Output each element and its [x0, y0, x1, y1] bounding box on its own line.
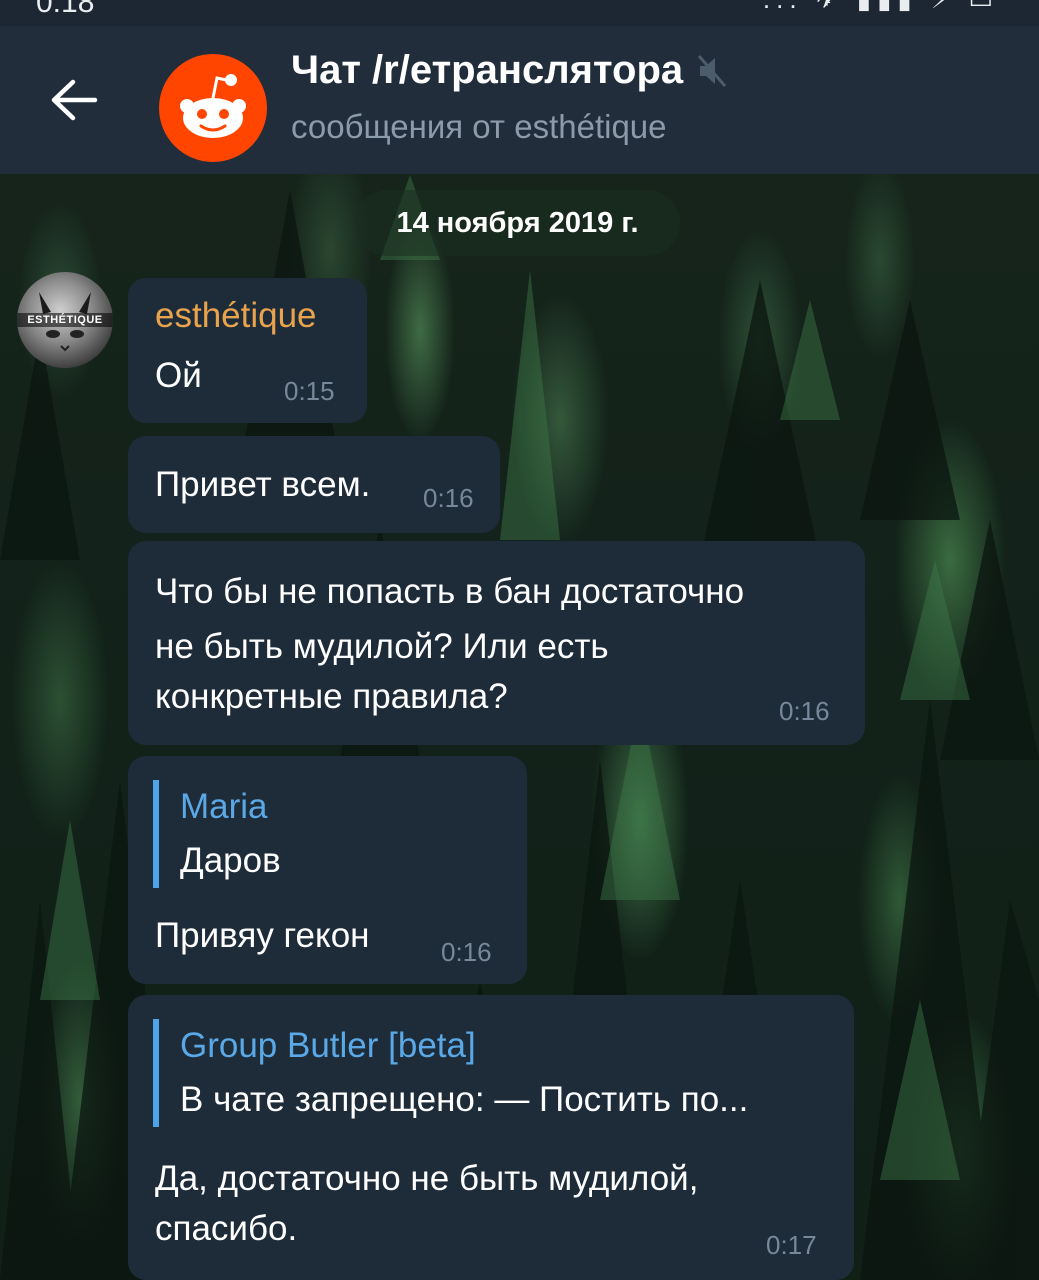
message-text-line-1: Да, достаточно не быть мудилой, — [155, 1159, 699, 1198]
status-indicators: ... ✈ ▮▮▮ ⚡ ▭ — [763, 0, 999, 15]
message-text-line-1: Что бы не попасть в бан достаточно — [155, 572, 745, 611]
reply-preview: Даров — [180, 841, 281, 880]
arrow-left-icon — [51, 79, 98, 121]
message-time: 0:16 — [441, 937, 492, 967]
message-text-line-3: конкретные правила? — [155, 677, 508, 716]
message-text-line-2: не быть мудилой? Или есть — [155, 627, 609, 666]
chat-subtitle: сообщения от esthétique — [291, 108, 667, 145]
reddit-alien-icon — [180, 74, 246, 138]
sender-avatar[interactable]: ESTHÉTIQUE — [17, 272, 113, 368]
chat-header: Чат /r/етранслятора сообщения от esthéti… — [0, 26, 1039, 174]
message-bubble[interactable]: Group Butler [beta] В чате запрещено: — … — [128, 995, 854, 1280]
message-time: 0:15 — [284, 376, 335, 406]
reply-author: Group Butler [beta] — [180, 1026, 476, 1065]
reply-quote[interactable]: Group Butler [beta] В чате запрещено: — … — [153, 1019, 748, 1127]
status-bar: 0:18 ... ✈ ▮▮▮ ⚡ ▭ — [0, 0, 1039, 26]
chat-title-text: Чат /r/етранслятора — [291, 48, 684, 92]
message-time: 0:16 — [423, 483, 474, 513]
message-time: 0:17 — [766, 1230, 817, 1260]
chat-avatar[interactable] — [159, 54, 267, 162]
sender-name[interactable]: esthétique — [155, 296, 317, 336]
message-text-line-2: спасибо. — [155, 1209, 298, 1248]
back-button[interactable] — [44, 70, 104, 130]
avatar-label: ESTHÉTIQUE — [17, 313, 113, 327]
reply-author: Maria — [180, 787, 268, 826]
message-text: Привет всем. — [155, 465, 371, 504]
message-bubble[interactable]: esthétique Ой 0:15 — [128, 278, 367, 423]
muted-speaker-icon — [698, 54, 727, 87]
chat-title[interactable]: Чат /r/етранслятора — [291, 48, 727, 93]
message-text: Привяу гекон — [155, 916, 370, 955]
status-clock: 0:18 — [36, 0, 95, 19]
message-bubble[interactable]: Maria Даров Привяу гекон 0:16 — [128, 756, 527, 984]
message-bubble[interactable]: Привет всем. 0:16 — [128, 436, 500, 533]
reply-preview: В чате запрещено: — Постить по... — [180, 1080, 749, 1119]
reply-quote[interactable]: Maria Даров — [153, 780, 281, 888]
date-separator: 14 ноября 2019 г. — [355, 190, 680, 256]
message-text: Ой — [155, 356, 202, 395]
message-time: 0:16 — [779, 696, 830, 726]
message-bubble[interactable]: Что бы не попасть в бан достаточно не бы… — [128, 541, 865, 745]
